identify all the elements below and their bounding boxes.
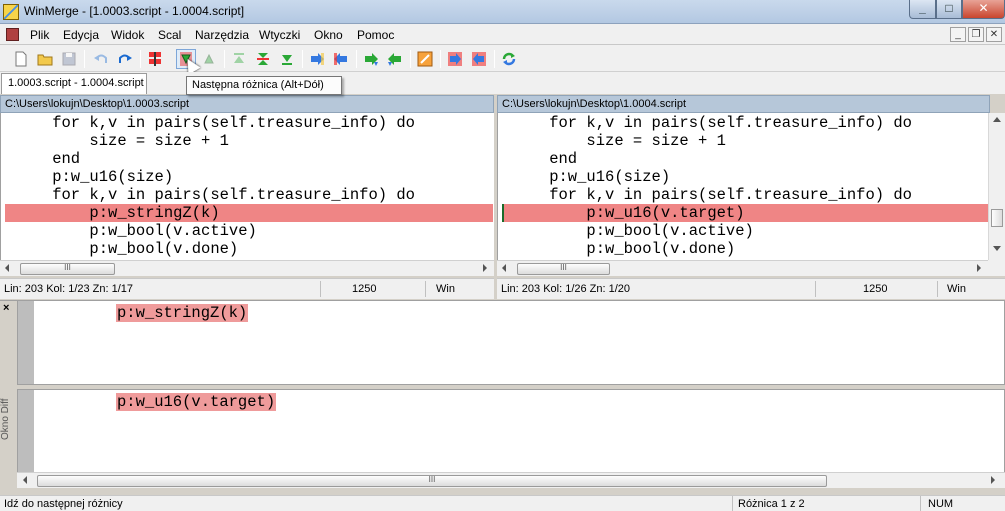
right-code-line: for k,v in pairs(self.treasure_info) do bbox=[512, 114, 912, 132]
window-title: WinMerge - [1.0003.script - 1.0004.scrip… bbox=[24, 4, 245, 18]
document-menu-icon[interactable] bbox=[6, 28, 19, 41]
title-bar[interactable]: WinMerge - [1.0003.script - 1.0004.scrip… bbox=[0, 0, 1005, 24]
left-horizontal-scrollbar[interactable]: III bbox=[0, 260, 494, 276]
status-hint: Idź do następnej różnicy bbox=[4, 498, 123, 510]
tab-comparison[interactable]: 1.0003.script - 1.0004.script bbox=[1, 73, 147, 94]
copy-right-icon[interactable] bbox=[308, 50, 326, 68]
left-code-line: p:w_bool(v.active) bbox=[15, 222, 257, 240]
left-code-line: p:w_u16(size) bbox=[15, 168, 174, 186]
refresh-icon[interactable] bbox=[500, 50, 518, 68]
diff-bottom-text: p:w_u16(v.target) bbox=[116, 393, 277, 411]
close-button[interactable]: ✕ bbox=[962, 0, 1005, 19]
diff-top-gutter bbox=[18, 301, 34, 384]
right-code-line: p:w_bool(v.active) bbox=[512, 222, 754, 240]
scroll-right-icon[interactable] bbox=[483, 264, 487, 272]
tooltip: Następna różnica (Alt+Dół) bbox=[186, 76, 342, 95]
left-code-line: p:w_bool(v.done) bbox=[15, 240, 239, 258]
left-scroll-thumb[interactable]: III bbox=[20, 263, 115, 275]
diff-horizontal-scrollbar[interactable]: III bbox=[17, 472, 1005, 488]
left-code-line: p:w_stringZ(k) bbox=[15, 204, 220, 222]
diff-bottom-pane[interactable]: p:w_u16(v.target) bbox=[17, 389, 1005, 473]
menu-bar: Plik Edycja Widok Scal Narzędzia Wtyczki… bbox=[0, 24, 1005, 45]
right-horizontal-scrollbar[interactable]: III bbox=[497, 260, 988, 276]
save-icon[interactable] bbox=[60, 50, 78, 68]
menu-scal[interactable]: Scal bbox=[158, 28, 181, 42]
mdi-minimize-button[interactable]: _ bbox=[950, 27, 966, 42]
left-path-bar: C:\Users\lokujn\Desktop\1.0003.script bbox=[0, 95, 494, 113]
menu-wtyczki[interactable]: Wtyczki bbox=[259, 28, 300, 42]
diff-window-caption: Okno Diff bbox=[0, 398, 11, 441]
menu-edycja[interactable]: Edycja bbox=[63, 28, 99, 42]
all-left-icon[interactable] bbox=[470, 50, 488, 68]
menu-widok[interactable]: Widok bbox=[111, 28, 144, 42]
scroll-right-icon[interactable] bbox=[991, 476, 995, 484]
all-right-icon[interactable] bbox=[446, 50, 464, 68]
main-status-bar: Idź do następnej różnicy Różnica 1 z 2 N… bbox=[0, 495, 1005, 511]
left-status-bar: Lin: 203 Kol: 1/23 Zn: 1/17 1250 Win bbox=[0, 278, 494, 299]
first-diff-icon[interactable] bbox=[230, 50, 248, 68]
scroll-left-icon[interactable] bbox=[502, 264, 506, 272]
maximize-button[interactable]: □ bbox=[936, 0, 962, 19]
right-path-bar: C:\Users\lokujn\Desktop\1.0004.script bbox=[497, 95, 990, 113]
menu-okno[interactable]: Okno bbox=[314, 28, 343, 42]
left-file-pane[interactable]: for k,v in pairs(self.treasure_info) do … bbox=[0, 113, 494, 260]
right-code-line: p:w_u16(v.target) bbox=[512, 204, 745, 222]
diff-marker-icon[interactable] bbox=[146, 50, 164, 68]
right-code-line: end bbox=[512, 150, 578, 168]
last-diff-icon[interactable] bbox=[278, 50, 296, 68]
left-code-line: end bbox=[15, 150, 81, 168]
diff-bottom-gutter bbox=[18, 390, 34, 472]
right-status-bar: Lin: 203 Kol: 1/26 Zn: 1/20 1250 Win bbox=[497, 278, 1005, 299]
left-eol-type: Win bbox=[436, 283, 455, 295]
scroll-corner bbox=[988, 260, 1005, 276]
mdi-close-button[interactable]: ✕ bbox=[986, 27, 1002, 42]
copy-left-advance-icon[interactable] bbox=[386, 50, 404, 68]
copy-left-icon[interactable] bbox=[332, 50, 350, 68]
open-folder-icon[interactable] bbox=[36, 50, 54, 68]
redo-icon[interactable] bbox=[116, 50, 134, 68]
menu-narzedzia[interactable]: Narzędzia bbox=[195, 28, 249, 42]
right-cursor-position: Lin: 203 Kol: 1/26 Zn: 1/20 bbox=[501, 283, 631, 295]
scroll-left-icon[interactable] bbox=[23, 476, 27, 484]
left-code-line: for k,v in pairs(self.treasure_info) do bbox=[15, 186, 415, 204]
options-icon[interactable] bbox=[416, 50, 434, 68]
diff-top-pane[interactable]: p:w_stringZ(k) bbox=[17, 300, 1005, 385]
current-diff-icon[interactable] bbox=[254, 50, 272, 68]
menu-pomoc[interactable]: Pomoc bbox=[357, 28, 394, 42]
scroll-right-icon[interactable] bbox=[977, 264, 981, 272]
left-code-line: for k,v in pairs(self.treasure_info) do bbox=[15, 114, 415, 132]
right-scroll-thumb[interactable]: III bbox=[517, 263, 610, 275]
scroll-down-icon[interactable] bbox=[993, 246, 1001, 251]
num-lock-indicator: NUM bbox=[928, 498, 954, 510]
diff-window-close-icon[interactable]: × bbox=[3, 302, 9, 314]
mdi-restore-button[interactable]: ❐ bbox=[968, 27, 984, 42]
diff-top-text: p:w_stringZ(k) bbox=[116, 304, 249, 322]
menu-plik[interactable]: Plik bbox=[30, 28, 49, 42]
scroll-left-icon[interactable] bbox=[5, 264, 9, 272]
undo-icon[interactable] bbox=[92, 50, 110, 68]
diff-count: Różnica 1 z 2 bbox=[738, 498, 805, 510]
left-code-line: size = size + 1 bbox=[15, 132, 229, 150]
left-cursor-position: Lin: 203 Kol: 1/23 Zn: 1/17 bbox=[4, 283, 134, 295]
diff-scroll-thumb[interactable]: III bbox=[37, 475, 827, 487]
toolbar bbox=[0, 45, 1005, 72]
right-code-line: size = size + 1 bbox=[512, 132, 726, 150]
right-eol-type: Win bbox=[947, 283, 966, 295]
copy-right-advance-icon[interactable] bbox=[362, 50, 380, 68]
right-vscroll-thumb[interactable] bbox=[991, 209, 1003, 227]
right-code-line: for k,v in pairs(self.treasure_info) do bbox=[512, 186, 912, 204]
prev-diff-icon[interactable] bbox=[200, 50, 218, 68]
new-file-icon[interactable] bbox=[12, 50, 30, 68]
winmerge-app-icon[interactable] bbox=[3, 4, 19, 20]
right-code-line: p:w_u16(size) bbox=[512, 168, 671, 186]
tab-strip: 1.0003.script - 1.0004.script bbox=[0, 72, 1005, 94]
scroll-up-icon[interactable] bbox=[993, 117, 1001, 122]
left-codepage: 1250 bbox=[352, 283, 377, 295]
minimize-button[interactable]: _ bbox=[909, 0, 936, 19]
right-file-pane[interactable]: for k,v in pairs(self.treasure_info) do … bbox=[497, 113, 990, 260]
right-codepage: 1250 bbox=[863, 283, 888, 295]
right-vertical-scrollbar[interactable] bbox=[988, 113, 1005, 260]
right-code-line: p:w_bool(v.done) bbox=[512, 240, 736, 258]
